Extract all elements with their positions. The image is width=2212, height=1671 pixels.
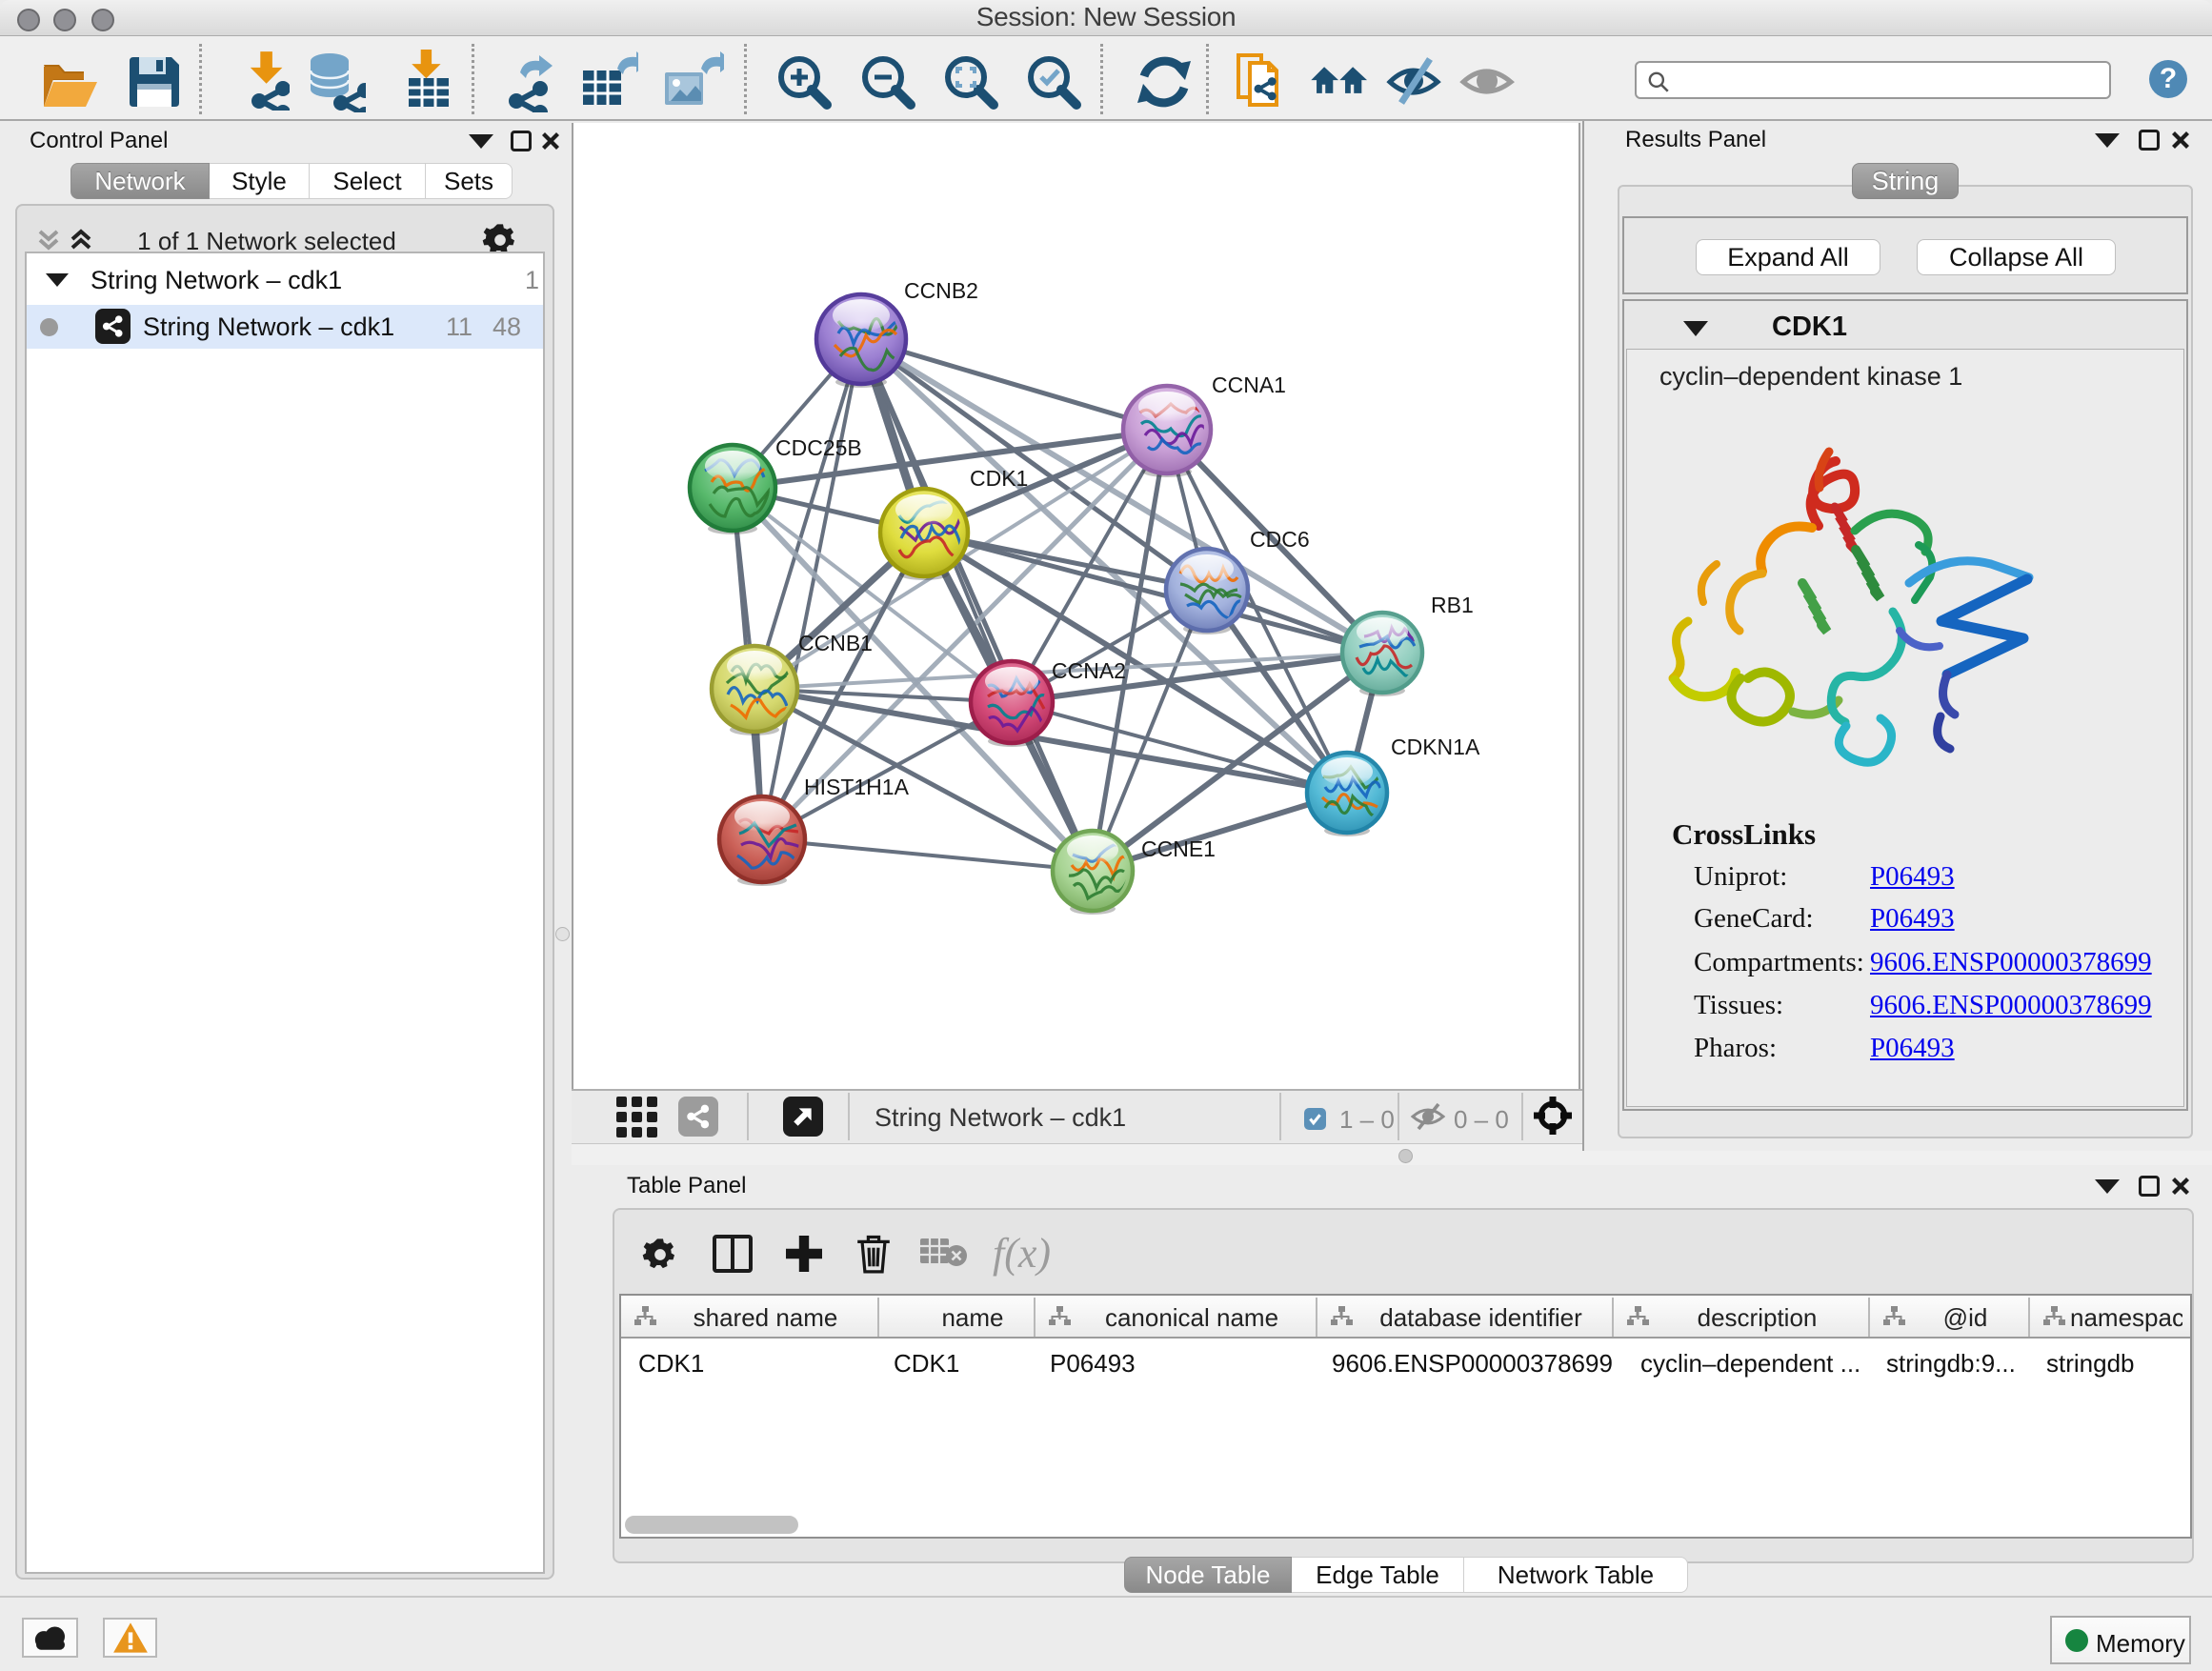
svg-text:CDC6: CDC6 [1250,527,1310,552]
svg-text:CCNE1: CCNE1 [1141,836,1216,861]
svg-text:CCNA1: CCNA1 [1212,372,1286,397]
svg-text:CDC25B: CDC25B [775,435,862,460]
svg-text:CDK1: CDK1 [970,466,1028,491]
svg-text:CCNB2: CCNB2 [904,278,978,303]
svg-text:RB1: RB1 [1431,593,1474,617]
svg-text:CCNA2: CCNA2 [1052,658,1126,683]
svg-text:HIST1H1A: HIST1H1A [804,775,910,799]
svg-text:CDKN1A: CDKN1A [1391,735,1480,759]
svg-text:CCNB1: CCNB1 [798,631,873,655]
